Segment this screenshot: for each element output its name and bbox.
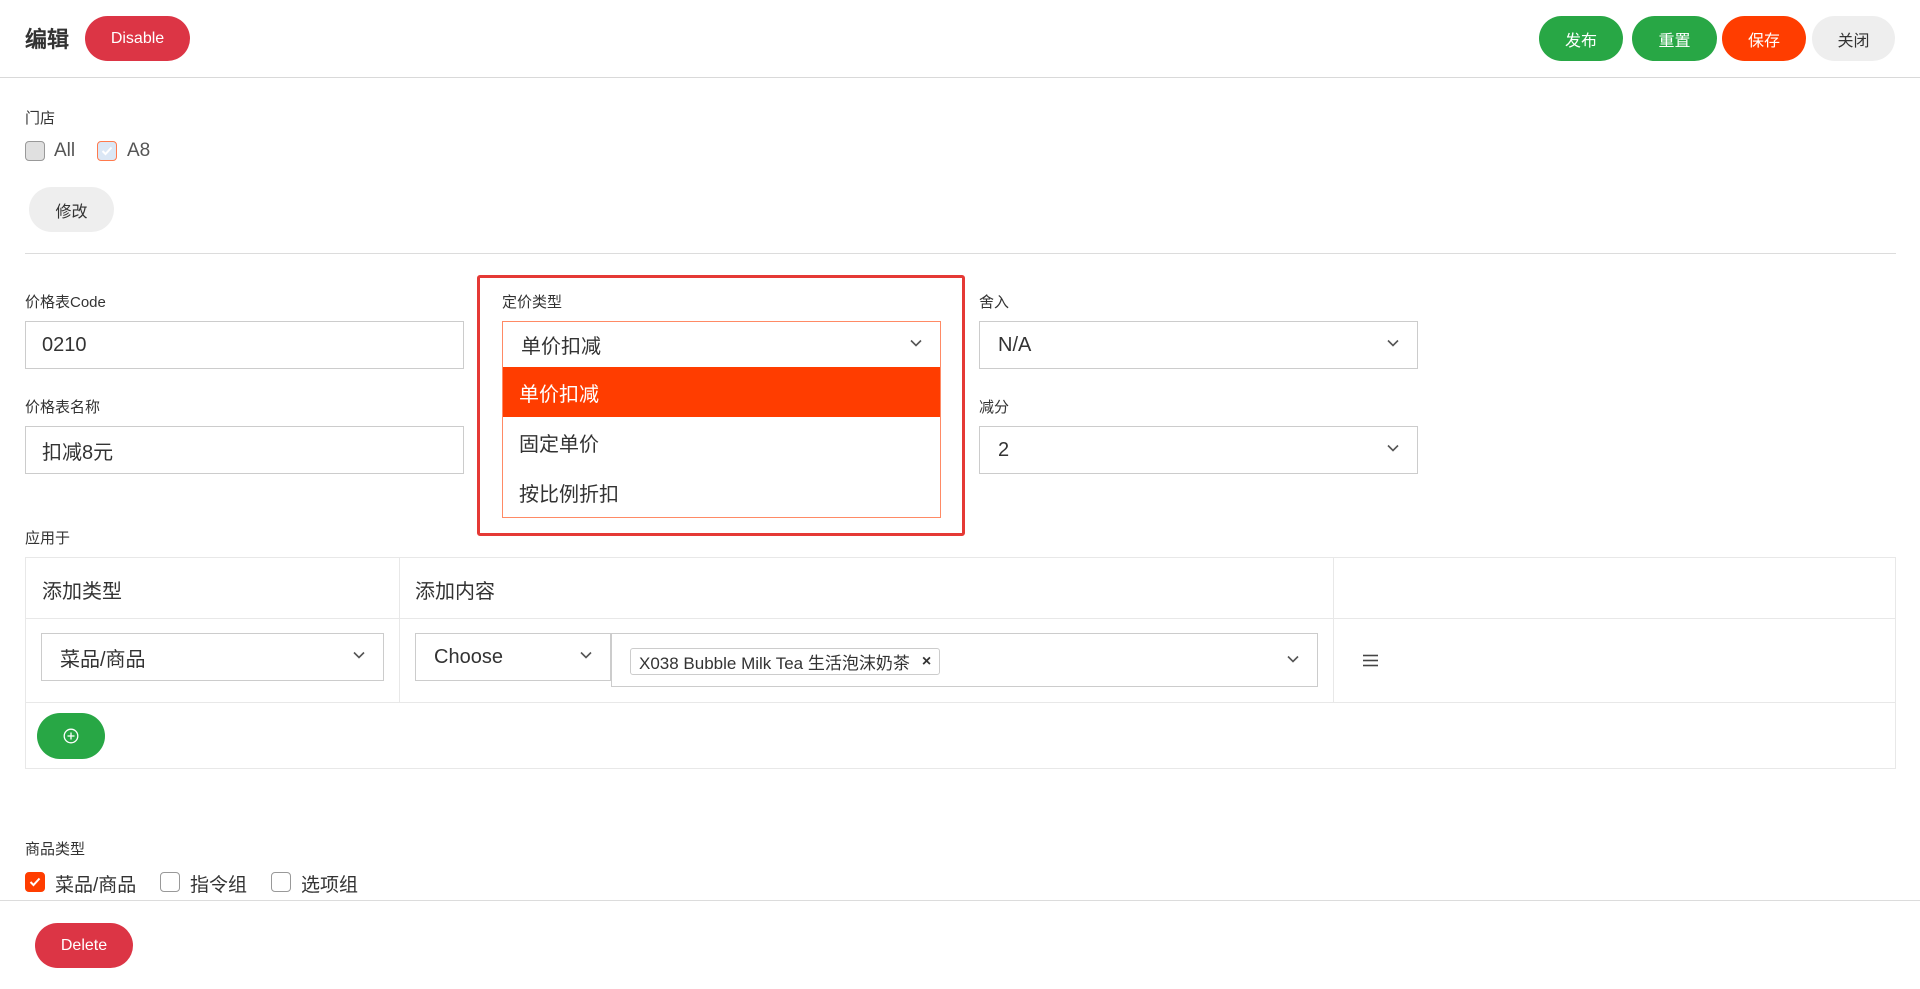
pricing-type-label: 定价类型 [502,294,563,311]
add-row-button[interactable] [37,713,105,759]
delete-button[interactable]: Delete [35,923,133,968]
decimal-value: 2 [998,438,1010,461]
code-label: 价格表Code [25,294,106,311]
table-header-divider [26,618,1895,619]
pricing-type-options: 单价扣减 固定单价 按比例折扣 [502,367,941,518]
pricing-option-percent-discount[interactable]: 按比例折扣 [503,467,940,517]
page-title: 编辑 [25,27,70,52]
apply-to-label: 应用于 [25,530,71,547]
rounding-value: N/A [998,333,1032,356]
table-col-divider [1333,558,1334,702]
pricing-type-value: 单价扣减 [521,336,601,358]
pricing-type-select[interactable]: 单价扣减 [502,321,941,368]
name-input-value: 扣减8元 [42,441,114,464]
reset-button[interactable]: 重置 [1632,16,1717,61]
remove-tag-icon[interactable]: × [922,653,931,671]
store-label: 门店 [25,110,56,127]
decimal-label: 减分 [979,399,1010,416]
table-row-divider [26,702,1895,703]
code-input[interactable]: 0210 [25,321,464,369]
decimal-select[interactable]: 2 [979,426,1418,474]
col-header-type: 添加类型 [42,581,122,603]
store-all-label: All [54,140,76,161]
chevron-down-icon [910,339,922,347]
choose-value: Choose [434,645,503,668]
header-bar: 编辑 Disable 发布 重置 保存 关闭 [0,0,1920,78]
product-type-label: 商品类型 [25,841,86,858]
selected-item-text: X038 Bubble Milk Tea 生活泡沫奶茶 [639,654,910,673]
add-type-value: 菜品/商品 [60,648,146,671]
product-type-dish-checkbox[interactable] [25,872,45,892]
add-type-select[interactable]: 菜品/商品 [41,633,384,681]
table-col-divider [399,558,400,702]
check-icon [101,146,113,156]
footer-bar: Delete [0,900,1920,989]
rounding-select[interactable]: N/A [979,321,1418,369]
chevron-down-icon [1387,444,1399,452]
menu-icon[interactable] [1363,654,1378,672]
save-button[interactable]: 保存 [1722,16,1806,61]
section-divider [25,253,1896,254]
rounding-label: 舍入 [979,294,1010,311]
plus-circle-icon [63,728,79,744]
close-button[interactable]: 关闭 [1812,16,1895,61]
code-input-value: 0210 [42,333,87,356]
product-type-option-checkbox[interactable] [271,872,291,892]
modify-store-button[interactable]: 修改 [29,187,114,232]
store-a8-label: A8 [127,140,151,161]
apply-to-table: 添加类型 添加内容 菜品/商品 Choose [25,557,1896,769]
pricing-option-fixed-price[interactable]: 固定单价 [503,417,940,467]
product-type-command-label: 指令组 [190,875,248,896]
chevron-down-icon [1387,339,1399,347]
chevron-down-icon [1287,655,1299,663]
store-all-checkbox[interactable] [25,141,45,161]
publish-button[interactable]: 发布 [1539,16,1623,61]
store-a8-checkbox[interactable] [97,141,117,161]
col-header-content: 添加内容 [415,581,495,603]
check-icon [29,877,41,887]
name-label: 价格表名称 [25,399,101,416]
selected-item-tag: X038 Bubble Milk Tea 生活泡沫奶茶 × [630,648,941,675]
choose-select[interactable]: Choose [415,633,611,681]
pricing-option-unit-deduct[interactable]: 单价扣减 [503,367,940,417]
product-type-option-label: 选项组 [301,875,359,896]
name-input[interactable]: 扣减8元 [25,426,464,474]
product-type-command-checkbox[interactable] [160,872,180,892]
chevron-down-icon [353,651,365,659]
disable-button[interactable]: Disable [85,16,190,61]
product-type-dish-label: 菜品/商品 [55,875,137,896]
chevron-down-icon [580,651,592,659]
